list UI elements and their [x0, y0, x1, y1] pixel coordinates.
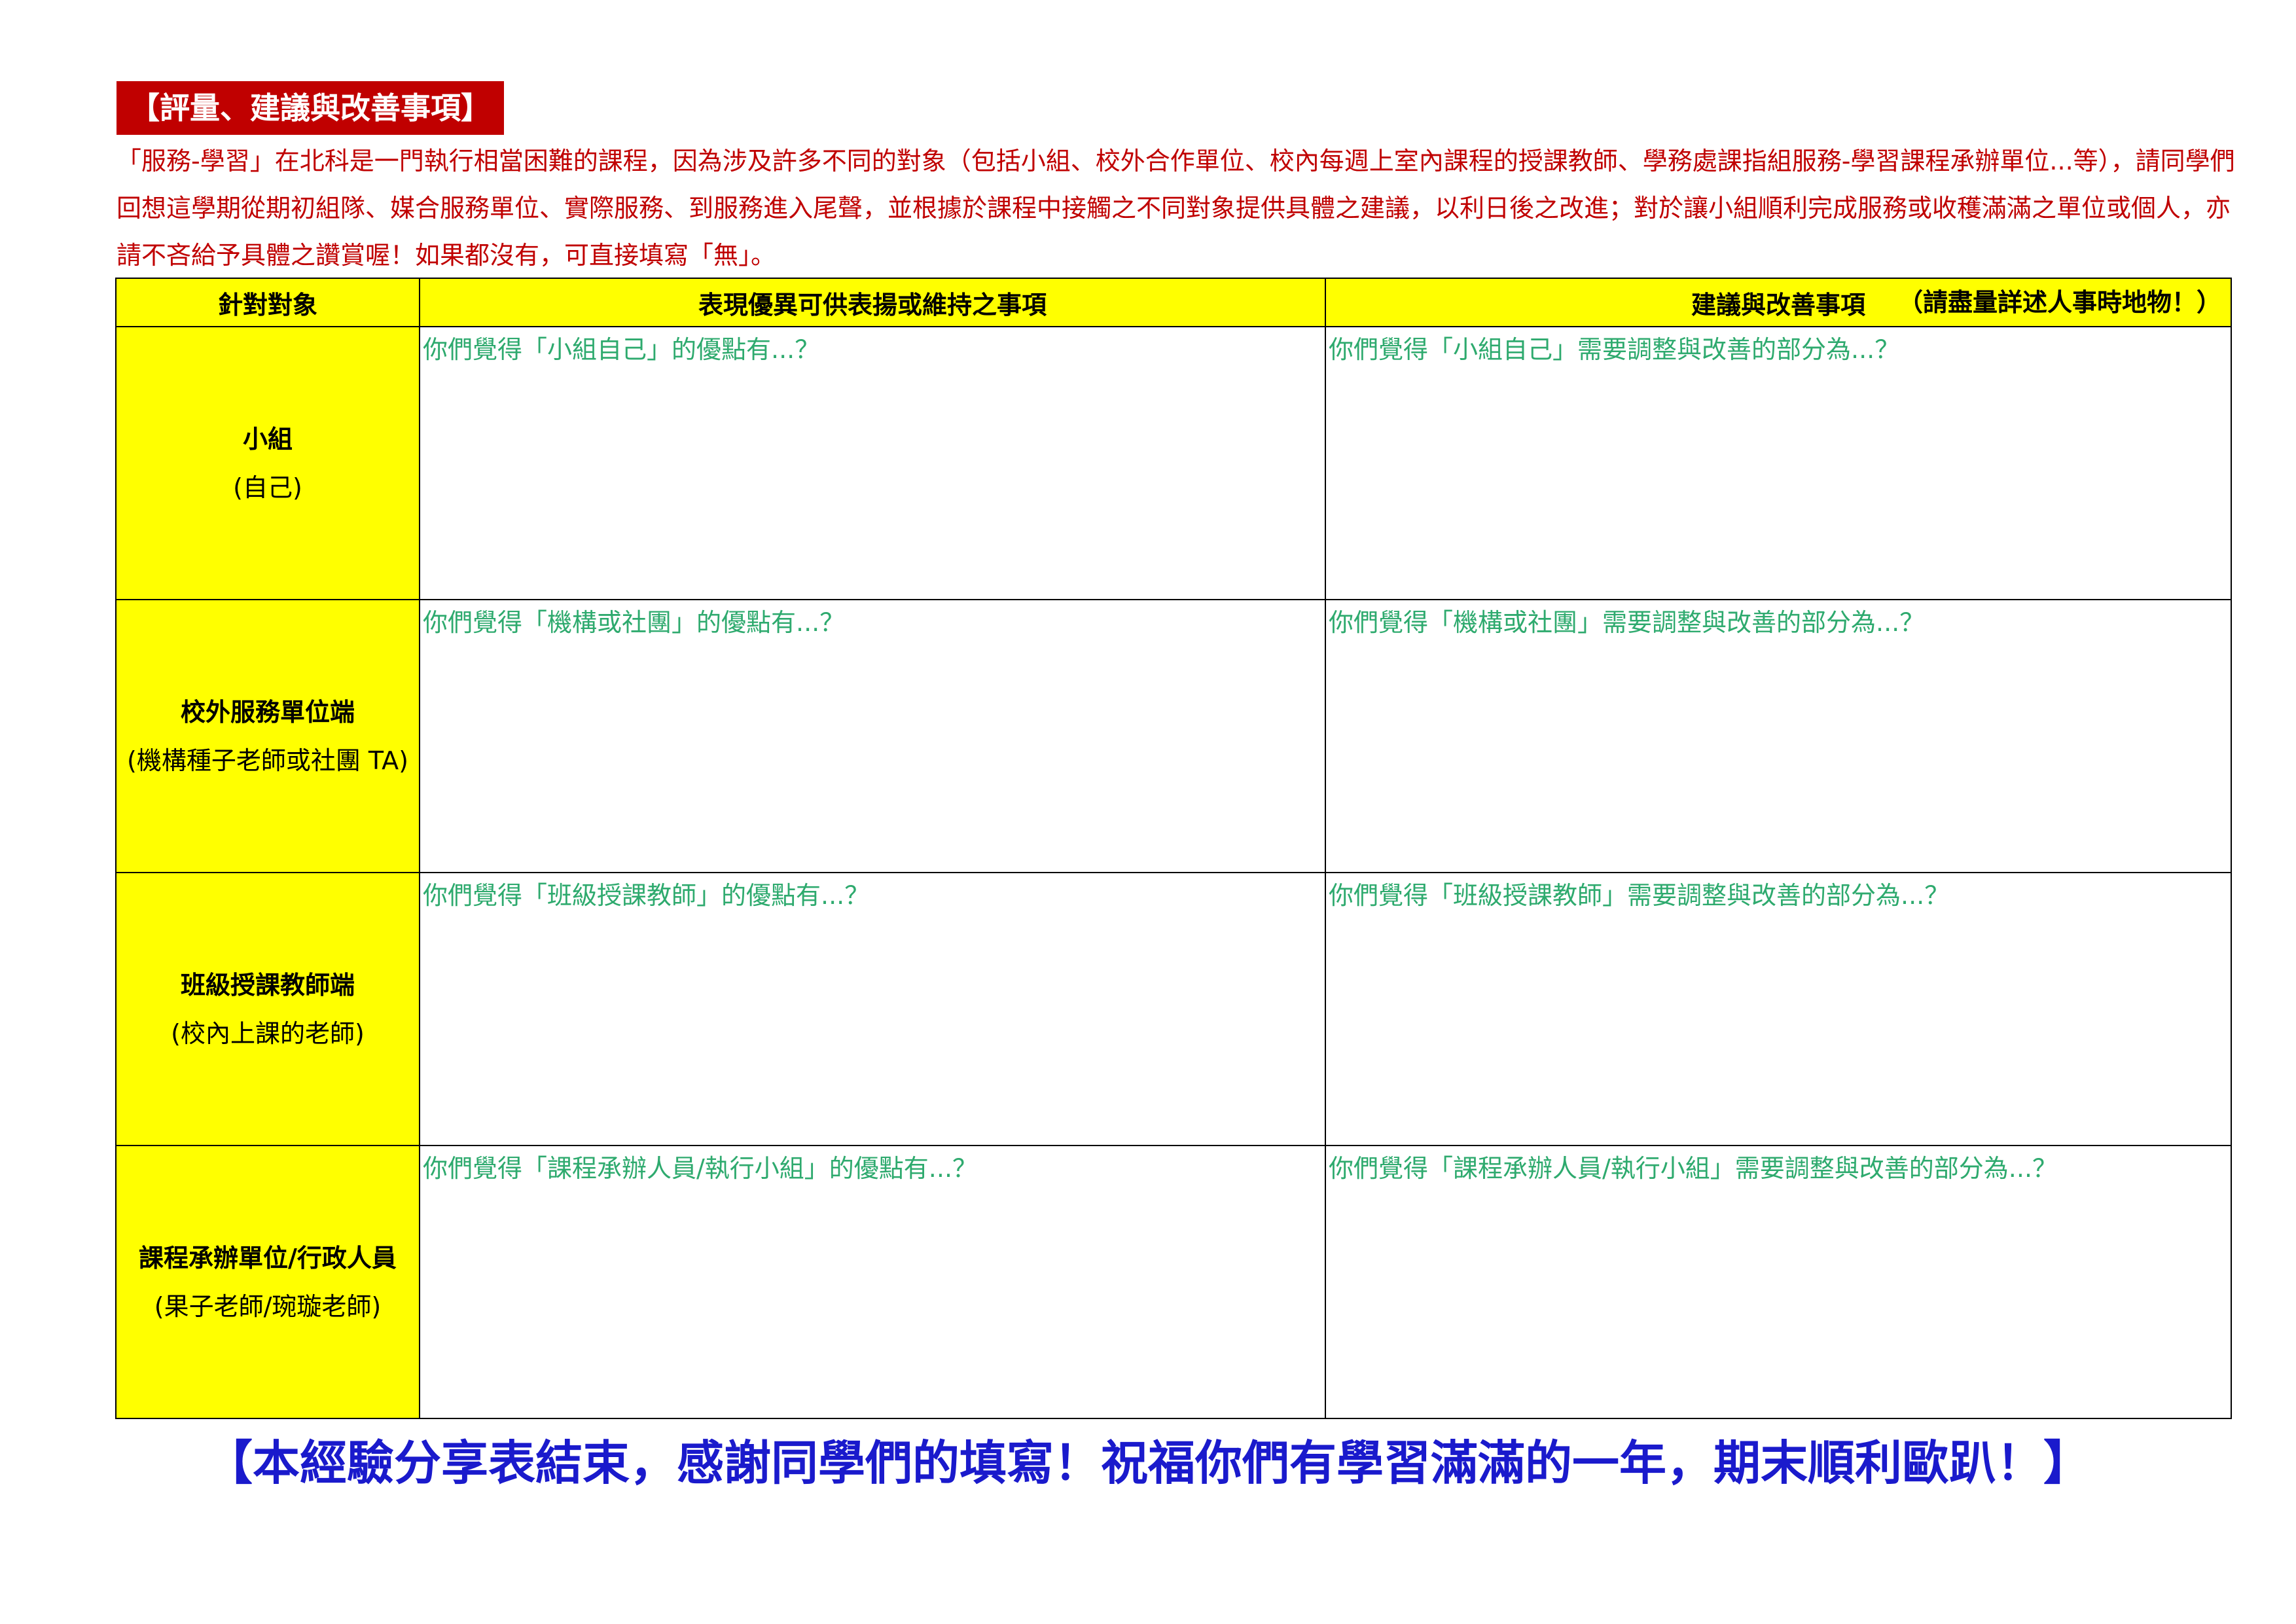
target-sub-label: (機構種子老師或社團 TA) — [127, 746, 408, 775]
table-row: 校外服務單位端 (機構種子老師或社團 TA) 你們覺得「機構或社團」的優點有..… — [115, 599, 2232, 873]
suggest-input-cell[interactable]: 你們覺得「機構或社團」需要調整與改善的部分為...？ — [1325, 599, 2232, 873]
target-sub-label: (自己) — [233, 473, 302, 502]
target-main-label: 課程承辦單位/行政人員 — [139, 1243, 397, 1272]
header-suggest-label: 建議與改善事項 — [1691, 290, 1865, 319]
table-row: 課程承辦單位/行政人員 (果子老師/琬璇老師) 你們覺得「課程承辦人員/執行小組… — [115, 1145, 2232, 1419]
table-row: 小組 (自己) 你們覺得「小組自己」的優點有...？ 你們覺得「小組自己」需要調… — [115, 326, 2232, 600]
target-main-label: 校外服務單位端 — [180, 697, 355, 727]
praise-input-cell[interactable]: 你們覺得「課程承辦人員/執行小組」的優點有...？ — [419, 1145, 1326, 1419]
suggest-input-cell[interactable]: 你們覺得「小組自己」需要調整與改善的部分為...？ — [1325, 326, 2232, 600]
praise-input-cell[interactable]: 你們覺得「班級授課教師」的優點有...？ — [419, 872, 1326, 1146]
header-suggest-note: （請盡量詳述人事時地物！） — [1897, 288, 2221, 317]
table-row: 班級授課教師端 (校內上課的老師) 你們覺得「班級授課教師」的優點有...？ 你… — [115, 872, 2232, 1146]
target-main-label: 班級授課教師端 — [180, 970, 355, 1000]
target-cell: 校外服務單位端 (機構種子老師或社團 TA) — [115, 599, 420, 873]
praise-input-cell[interactable]: 你們覺得「小組自己」的優點有...？ — [419, 326, 1326, 600]
feedback-table: 針對對象 表現優異可供表揚或維持之事項 建議與改善事項 （請盡量詳述人事時地物！… — [115, 278, 2232, 1419]
suggest-input-cell[interactable]: 你們覺得「課程承辦人員/執行小組」需要調整與改善的部分為...？ — [1325, 1145, 2232, 1419]
header-target: 針對對象 — [115, 278, 420, 327]
table-header-row: 針對對象 表現優異可供表揚或維持之事項 建議與改善事項 （請盡量詳述人事時地物！… — [115, 278, 2232, 327]
header-praise: 表現優異可供表揚或維持之事項 — [419, 278, 1326, 327]
target-cell: 課程承辦單位/行政人員 (果子老師/琬璇老師) — [115, 1145, 420, 1419]
closing-message: 【本經驗分享表結束，感謝同學們的填寫！祝福你們有學習滿滿的一年，期末順利歐趴！】 — [205, 1435, 2090, 1490]
target-main-label: 小組 — [242, 424, 293, 454]
praise-input-cell[interactable]: 你們覺得「機構或社團」的優點有...？ — [419, 599, 1326, 873]
intro-paragraph: 「服務-學習」在北科是一門執行相當困難的課程，因為涉及許多不同的對象（包括小組、… — [117, 147, 2235, 270]
section-title: 【評量、建議與改善事項】 — [117, 81, 504, 135]
target-sub-label: (果子老師/琬璇老師) — [154, 1291, 382, 1321]
target-cell: 班級授課教師端 (校內上課的老師) — [115, 872, 420, 1146]
suggest-input-cell[interactable]: 你們覺得「班級授課教師」需要調整與改善的部分為...？ — [1325, 872, 2232, 1146]
header-suggest: 建議與改善事項 （請盡量詳述人事時地物！） — [1325, 278, 2232, 327]
target-sub-label: (校內上課的老師) — [171, 1019, 365, 1048]
target-cell: 小組 (自己) — [115, 326, 420, 600]
feedback-form-page: 【評量、建議與改善事項】 「服務-學習」在北科是一門執行相當困難的課程，因為涉及… — [0, 0, 2296, 1624]
